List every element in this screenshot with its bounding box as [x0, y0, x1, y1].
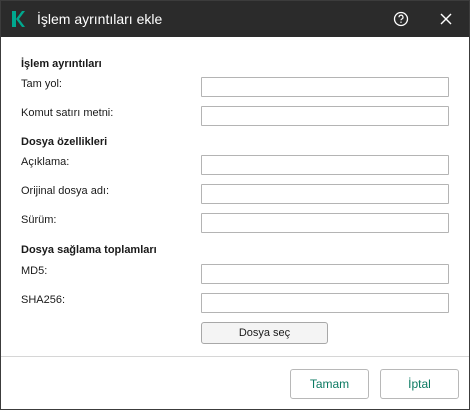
section-checksums: Dosya sağlama toplamları — [21, 244, 157, 256]
close-icon[interactable] — [434, 7, 458, 31]
version-label: Sürüm: — [21, 214, 57, 226]
command-line-label: Komut satırı metni: — [21, 107, 114, 119]
sha256-input[interactable] — [201, 293, 449, 313]
md5-label: MD5: — [21, 265, 48, 277]
section-process-details: İşlem ayrıntıları — [21, 58, 102, 70]
title-bar: İşlem ayrıntıları ekle — [1, 1, 469, 37]
kaspersky-logo-icon — [11, 11, 25, 27]
choose-file-button[interactable]: Dosya seç — [201, 322, 328, 344]
section-file-properties: Dosya özellikleri — [21, 136, 108, 148]
md5-input[interactable] — [201, 264, 449, 284]
cancel-button[interactable]: İptal — [380, 369, 459, 399]
add-process-details-dialog: İşlem ayrıntıları ekle İşlem ayrıntıları… — [0, 0, 470, 410]
command-line-input[interactable] — [201, 106, 449, 126]
dialog-footer: Tamam İptal — [1, 356, 469, 409]
full-path-label: Tam yol: — [21, 78, 62, 90]
version-input[interactable] — [201, 213, 449, 233]
full-path-input[interactable] — [201, 77, 449, 97]
sha256-label: SHA256: — [21, 294, 66, 306]
ok-button[interactable]: Tamam — [290, 369, 369, 399]
description-label: Açıklama: — [21, 156, 70, 168]
dialog-title: İşlem ayrıntıları ekle — [37, 11, 163, 27]
original-file-name-input[interactable] — [201, 184, 449, 204]
help-icon[interactable] — [389, 7, 413, 31]
original-file-name-label: Orijinal dosya adı: — [21, 185, 110, 197]
description-input[interactable] — [201, 155, 449, 175]
